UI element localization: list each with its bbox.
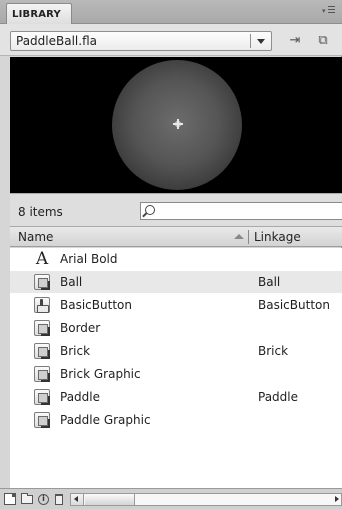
chevron-down-icon [257, 39, 265, 44]
column-headers: Name Linkage [10, 227, 342, 247]
list-item[interactable]: Border [10, 317, 342, 339]
item-name: Ball [60, 275, 83, 289]
document-select[interactable]: PaddleBall.fla [10, 31, 272, 51]
scroll-left-icon[interactable] [71, 494, 84, 505]
movieclip-icon [34, 320, 50, 336]
item-name: Paddle [60, 390, 101, 404]
column-linkage-header[interactable]: Linkage [254, 230, 301, 244]
item-count: 8 items [18, 205, 63, 219]
item-linkage: BasicButton [258, 298, 330, 312]
movieclip-icon [34, 366, 50, 382]
item-name: BasicButton [60, 298, 132, 312]
item-linkage: Paddle [258, 390, 299, 404]
button-icon [34, 297, 50, 313]
list-item[interactable]: Paddle Paddle [10, 386, 342, 408]
item-linkage: Ball [258, 275, 281, 289]
item-name: Paddle Graphic [60, 413, 151, 427]
library-toolbar: i [0, 488, 342, 509]
new-symbol-icon[interactable] [4, 493, 16, 505]
library-item-list: A Arial Bold Ball Ball BasicButton Basic… [10, 248, 342, 488]
item-name: Brick Graphic [60, 367, 141, 381]
document-select-value: PaddleBall.fla [16, 34, 97, 48]
new-library-panel-icon[interactable]: ⧉ [314, 33, 332, 49]
library-panel: LIBRARY ▾ PaddleBall.fla ⇥ ⧉ 8 items Nam… [0, 0, 342, 509]
sort-ascending-icon[interactable] [234, 234, 244, 239]
properties-icon[interactable]: i [38, 494, 49, 505]
scroll-right-icon[interactable] [335, 496, 339, 502]
item-name: Arial Bold [60, 252, 118, 266]
library-tab[interactable]: LIBRARY [6, 3, 72, 24]
search-box[interactable] [140, 202, 342, 220]
document-row: PaddleBall.fla ⇥ ⧉ [0, 24, 342, 56]
new-folder-icon[interactable] [21, 493, 33, 504]
search-icon [145, 205, 155, 215]
list-item[interactable]: BasicButton BasicButton [10, 294, 342, 316]
list-item[interactable]: Brick Graphic [10, 363, 342, 385]
item-linkage: Brick [258, 344, 289, 358]
symbol-preview [10, 57, 342, 193]
search-input[interactable] [159, 204, 339, 218]
pin-icon[interactable]: ⇥ [286, 33, 304, 49]
horizontal-scrollbar[interactable] [70, 493, 342, 506]
list-item[interactable]: Brick Brick [10, 340, 342, 362]
movieclip-icon [34, 389, 50, 405]
list-item[interactable]: A Arial Bold [10, 248, 342, 270]
column-name-header[interactable]: Name [18, 230, 53, 244]
list-item[interactable]: Ball Ball [10, 271, 342, 293]
item-name: Border [60, 321, 101, 335]
registration-point-icon [173, 119, 183, 129]
delete-icon[interactable] [55, 494, 63, 505]
list-item[interactable]: Paddle Graphic [10, 409, 342, 431]
item-name: Brick [60, 344, 91, 358]
font-icon: A [35, 249, 49, 269]
panel-menu-icon[interactable]: ▾ [322, 4, 336, 18]
panel-tab-strip: LIBRARY ▾ [0, 0, 342, 24]
movieclip-icon [34, 343, 50, 359]
movieclip-icon [34, 274, 50, 290]
movieclip-icon [34, 412, 50, 428]
scrollbar-thumb[interactable] [85, 494, 135, 505]
count-search-row: 8 items [10, 193, 342, 227]
